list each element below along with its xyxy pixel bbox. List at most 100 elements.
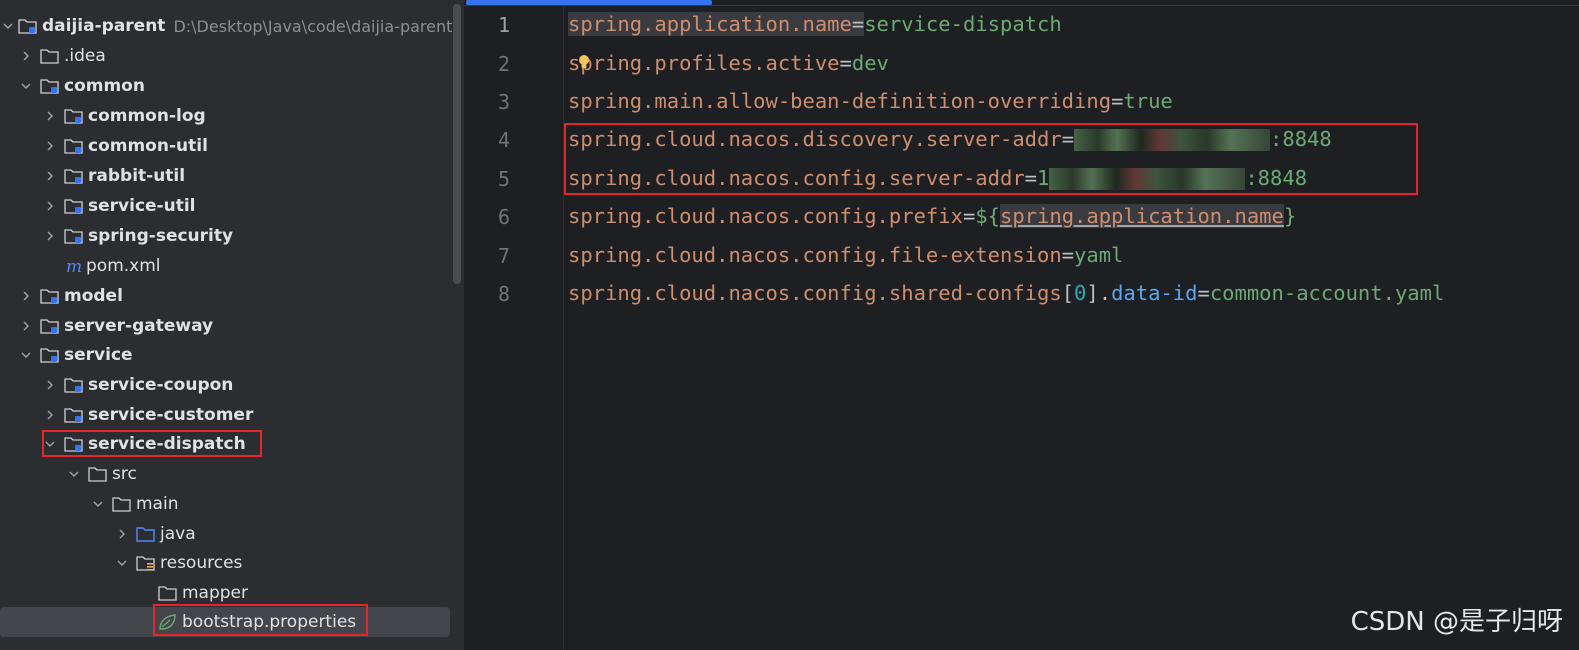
tree-root-path: D:\Desktop\Java\code\daijia-parent xyxy=(173,16,453,36)
chevron-down-icon[interactable] xyxy=(18,78,34,94)
property-key: spring.profiles.active xyxy=(568,51,840,75)
tree-item-java[interactable]: java xyxy=(0,519,464,549)
code-line-6[interactable]: spring.cloud.nacos.config.prefix=${sprin… xyxy=(568,204,1296,228)
tree-item-common-log[interactable]: common-log xyxy=(0,101,464,131)
tree-item-label: model xyxy=(64,286,123,306)
code-editor[interactable]: 1 2 3 4 5 6 7 8 spring.application.name=… xyxy=(464,0,1579,650)
equals-sign: = xyxy=(839,51,852,75)
folder-icon xyxy=(112,495,132,513)
lightbulb-icon[interactable] xyxy=(578,54,590,70)
tree-item-label: service-util xyxy=(88,196,196,216)
chevron-down-icon[interactable] xyxy=(0,18,16,34)
tree-item-src[interactable]: src xyxy=(0,459,464,489)
chevron-right-icon[interactable] xyxy=(42,108,58,124)
code-line-7[interactable]: spring.cloud.nacos.config.file-extension… xyxy=(568,243,1123,267)
chevron-right-icon[interactable] xyxy=(42,138,58,154)
tree-item-idea[interactable]: .idea xyxy=(0,41,464,71)
line-number: 6 xyxy=(497,205,510,229)
tree-item-pom-xml[interactable]: m pom.xml xyxy=(0,251,464,281)
line-number: 3 xyxy=(497,90,510,114)
equals-sign: = xyxy=(1061,243,1075,267)
module-folder-icon xyxy=(64,406,84,424)
tree-item-service[interactable]: service xyxy=(0,340,464,370)
chevron-right-icon[interactable] xyxy=(42,228,58,244)
chevron-down-icon[interactable] xyxy=(90,496,106,512)
active-tab-indicator[interactable] xyxy=(466,0,712,5)
code-line-8[interactable]: spring.cloud.nacos.config.shared-configs… xyxy=(568,281,1444,305)
tree-item-label: service-dispatch xyxy=(88,434,246,454)
property-value: common-account.yaml xyxy=(1209,281,1445,305)
tree-item-service-customer[interactable]: service-customer xyxy=(0,400,464,430)
chevron-down-icon[interactable] xyxy=(114,555,130,571)
chevron-right-icon[interactable] xyxy=(42,198,58,214)
tree-item-label: rabbit-util xyxy=(88,166,186,186)
tree-item-label: src xyxy=(112,464,137,484)
chevron-right-icon[interactable] xyxy=(42,407,58,423)
chevron-right-icon[interactable] xyxy=(18,48,34,64)
code-line-4[interactable]: spring.cloud.nacos.discovery.server-addr… xyxy=(568,127,1332,151)
code-line-5[interactable]: spring.cloud.nacos.config.server-addr=1:… xyxy=(568,166,1307,190)
tree-item-common-util[interactable]: common-util xyxy=(0,131,464,161)
line-number: 2 xyxy=(497,52,510,76)
module-folder-icon xyxy=(40,317,60,335)
bracket-close: ] xyxy=(1086,281,1099,305)
tree-item-service-dispatch[interactable]: service-dispatch xyxy=(0,429,464,459)
tree-root[interactable]: daijia-parent D:\Desktop\Java\code\daiji… xyxy=(0,11,464,41)
tree-item-mapper[interactable]: mapper xyxy=(0,578,464,608)
tree-item-main[interactable]: main xyxy=(0,489,464,519)
bracket-open: [ xyxy=(1061,281,1075,305)
tree-item-common[interactable]: common xyxy=(0,71,464,101)
tree-item-label: common-log xyxy=(88,106,206,126)
property-value: dev xyxy=(851,51,889,75)
spring-properties-icon xyxy=(158,613,178,631)
folder-icon xyxy=(88,465,108,483)
chevron-right-icon[interactable] xyxy=(18,318,34,334)
module-folder-icon xyxy=(40,346,60,364)
module-folder-icon xyxy=(64,107,84,125)
chevron-right-icon[interactable] xyxy=(18,288,34,304)
tree-item-label: java xyxy=(160,524,196,544)
chevron-down-icon[interactable] xyxy=(42,436,58,452)
tree-item-resources[interactable]: resources xyxy=(0,548,464,578)
module-folder-icon xyxy=(64,167,84,185)
tree-item-rabbit-util[interactable]: rabbit-util xyxy=(0,161,464,191)
source-folder-icon xyxy=(136,525,156,543)
code-line-3[interactable]: spring.main.allow-bean-definition-overri… xyxy=(568,89,1173,113)
property-subkey: data-id xyxy=(1111,281,1198,305)
tree-item-spring-security[interactable]: spring-security xyxy=(0,221,464,251)
maven-icon: m xyxy=(64,257,84,275)
equals-sign: = xyxy=(851,12,865,36)
equals-sign: = xyxy=(962,204,976,228)
chevron-down-icon[interactable] xyxy=(18,347,34,363)
property-value: yaml xyxy=(1074,243,1124,267)
folder-icon xyxy=(40,47,60,65)
property-value-prefix: 1 xyxy=(1037,166,1050,190)
code-line-2[interactable]: spring.profiles.active=dev xyxy=(568,51,889,75)
equals-sign: = xyxy=(1111,89,1124,113)
dot-separator: . xyxy=(1098,281,1112,305)
property-key: spring.application.name xyxy=(568,12,852,36)
chevron-right-icon[interactable] xyxy=(42,168,58,184)
placeholder-reference[interactable]: spring.application.name xyxy=(999,204,1284,228)
chevron-right-icon[interactable] xyxy=(114,526,130,542)
redacted-address xyxy=(1074,129,1271,151)
code-line-1[interactable]: spring.application.name=service-dispatch xyxy=(568,12,1062,36)
tree-item-label: pom.xml xyxy=(86,256,161,276)
property-key: spring.cloud.nacos.discovery.server-addr xyxy=(568,127,1062,151)
chevron-down-icon[interactable] xyxy=(66,466,82,482)
line-number: 8 xyxy=(497,282,510,306)
tree-item-service-util[interactable]: service-util xyxy=(0,191,464,221)
tree-item-service-coupon[interactable]: service-coupon xyxy=(0,370,464,400)
tree-item-label: resources xyxy=(160,553,243,573)
line-number: 1 xyxy=(497,13,510,37)
tree-root-label: daijia-parent xyxy=(42,16,166,36)
tree-item-label: spring-security xyxy=(88,226,234,246)
tree-item-server-gateway[interactable]: server-gateway xyxy=(0,311,464,341)
tree-scrollbar[interactable] xyxy=(453,4,461,284)
tree-item-model[interactable]: model xyxy=(0,281,464,311)
tree-item-label: common-util xyxy=(88,136,208,156)
chevron-right-icon[interactable] xyxy=(42,377,58,393)
tree-item-bootstrap-properties[interactable]: bootstrap.properties xyxy=(0,607,450,637)
folder-icon xyxy=(158,584,178,602)
tree-item-label: service-coupon xyxy=(88,375,234,395)
